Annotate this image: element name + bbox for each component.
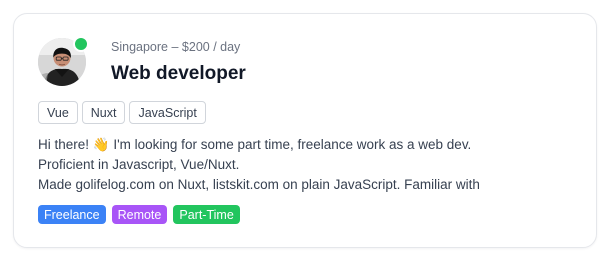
online-status-icon <box>73 36 89 52</box>
profile-title-block: Singapore – $200 / day Web developer <box>111 40 246 85</box>
location-text: Singapore <box>111 40 168 54</box>
avatar-container <box>38 36 89 86</box>
profile-bio: Hi there! 👋 I'm looking for some part ti… <box>38 135 578 195</box>
bio-line: Proficient in Javascript, Vue/Nuxt. <box>38 157 240 172</box>
availability-tag-freelance[interactable]: Freelance <box>38 205 106 224</box>
developer-profile-card[interactable]: Singapore – $200 / day Web developer Vue… <box>13 13 597 248</box>
skill-tags: Vue Nuxt JavaScript <box>38 101 206 124</box>
bio-line: Hi there! 👋 I'm looking for some part ti… <box>38 137 472 152</box>
skill-tag-vue[interactable]: Vue <box>38 101 78 124</box>
skill-tag-javascript[interactable]: JavaScript <box>129 101 206 124</box>
profile-header: Singapore – $200 / day Web developer <box>38 36 246 86</box>
profile-meta: Singapore – $200 / day <box>111 40 246 55</box>
bio-line: Made golifelog.com on Nuxt, listskit.com… <box>38 177 480 192</box>
availability-tag-remote[interactable]: Remote <box>111 205 168 224</box>
availability-tags: Freelance Remote Part-Time <box>38 205 240 224</box>
availability-tag-part-time[interactable]: Part-Time <box>173 205 240 224</box>
meta-separator: – <box>171 40 179 54</box>
rate-text: $200 / day <box>181 40 241 54</box>
skill-tag-nuxt[interactable]: Nuxt <box>81 101 126 124</box>
profile-title: Web developer <box>111 63 246 84</box>
